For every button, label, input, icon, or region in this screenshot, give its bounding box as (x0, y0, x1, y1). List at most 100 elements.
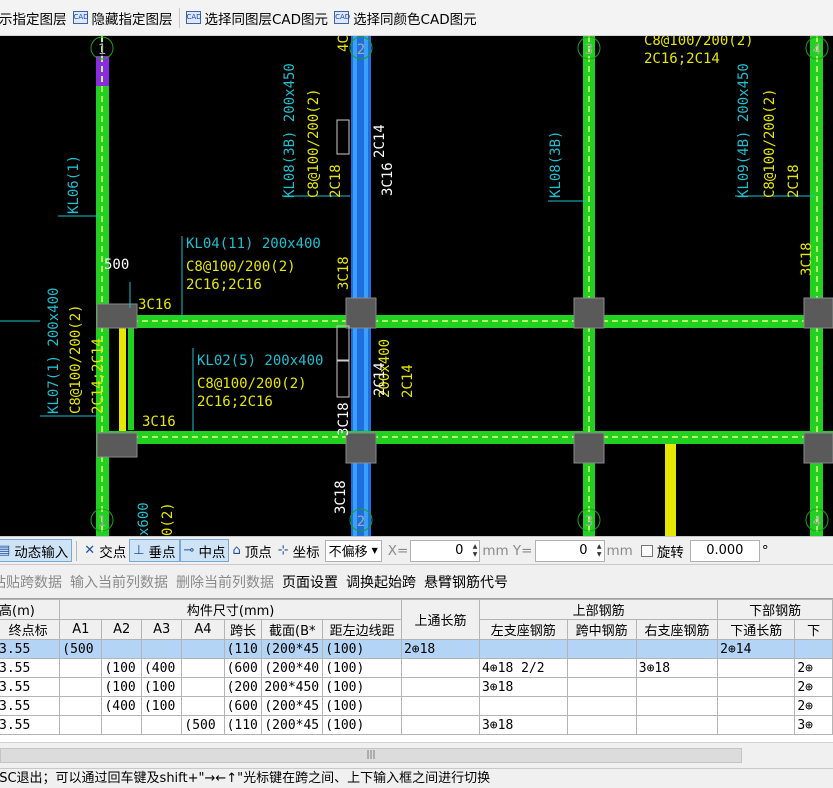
cell[interactable] (140, 715, 183, 735)
cell[interactable]: 2⊕ (794, 658, 833, 678)
table-row[interactable]: 3.55 (100 (400 (600 (200*40 (100) 4⊕18 2/2… (0, 658, 833, 678)
cell[interactable]: (100) (322, 677, 402, 697)
column-b1[interactable] (96, 432, 138, 458)
cell[interactable]: (100 (101, 677, 142, 697)
cell[interactable]: (200 (223, 677, 263, 697)
cell[interactable] (566, 715, 637, 735)
beam-green-short[interactable] (128, 320, 134, 430)
cell[interactable]: (100 (140, 677, 183, 697)
snap-coordinate-toggle[interactable]: ⊹ 坐标 (275, 539, 323, 562)
cell[interactable]: (110 (223, 715, 263, 735)
cell[interactable] (181, 677, 225, 697)
cell[interactable]: 2⊕ (794, 696, 833, 716)
cell[interactable] (59, 696, 103, 716)
grid-horizontal-scrollbar[interactable]: ||| (0, 742, 833, 768)
table-row[interactable]: 3.55 (100 (100 (200 200*450 (100) 3⊕18 2⊕ (0, 677, 833, 697)
cell[interactable]: 200*450 (261, 677, 324, 697)
cell[interactable] (59, 677, 103, 697)
cell[interactable]: (200*45 (261, 696, 324, 716)
cell[interactable]: 3.55 (0, 658, 61, 678)
column-a3[interactable] (573, 297, 605, 329)
swap-start-span-menu[interactable]: 调换起始跨 (346, 572, 416, 592)
cell[interactable]: (500 (181, 715, 225, 735)
cell[interactable] (566, 658, 637, 678)
rotate-checkbox[interactable] (640, 544, 653, 557)
snap-vertex-toggle[interactable]: ⌂ 顶点 (229, 539, 274, 562)
cell[interactable]: (100) (322, 639, 402, 659)
cell[interactable]: (400 (140, 658, 183, 678)
cell[interactable] (478, 696, 568, 716)
cell[interactable]: 2⊕18 (400, 639, 480, 659)
cell[interactable]: 3⊕18 (635, 658, 719, 678)
x-coordinate-input[interactable]: 0 (410, 539, 481, 562)
cell[interactable]: (600 (223, 696, 263, 716)
table-row[interactable]: 3.55 (500 (110 (200*45 (100) 2⊕18 2⊕14 (0, 639, 833, 659)
cell[interactable]: (110 (223, 639, 263, 659)
column-b4[interactable] (803, 432, 833, 464)
cell[interactable]: (200*40 (261, 658, 324, 678)
cell[interactable]: 3.55 (0, 639, 61, 659)
cell[interactable] (635, 677, 719, 697)
cell[interactable]: 3⊕ (794, 715, 833, 735)
snap-midpoint-toggle[interactable]: ⊸ 中点 (179, 539, 230, 562)
cell[interactable] (181, 658, 225, 678)
snap-intersection-toggle[interactable]: ✕ 交点 (81, 539, 129, 562)
cell[interactable]: (100) (322, 658, 402, 678)
cell[interactable] (59, 658, 103, 678)
cell[interactable]: (500 (59, 639, 103, 659)
cell[interactable] (566, 677, 637, 697)
cell[interactable] (140, 639, 183, 659)
cell[interactable] (794, 639, 833, 659)
dynamic-input-toggle[interactable]: ▤ 动态输入 (0, 539, 73, 562)
cell[interactable]: 3.55 (0, 715, 61, 735)
cell[interactable] (566, 639, 637, 659)
cell[interactable] (635, 696, 719, 716)
cell[interactable]: (100) (322, 715, 402, 735)
cell[interactable] (181, 696, 225, 716)
cell[interactable]: (200*45 (261, 715, 324, 735)
table-row[interactable]: 3.55 (500 (110 (200*45 (100) 3⊕18 3⊕ (0, 715, 833, 735)
hide-layer-button[interactable]: CAD 隐藏指定图层 (70, 6, 176, 30)
cell[interactable]: (200*45 (261, 639, 324, 659)
cell[interactable]: (600 (223, 658, 263, 678)
beam-yellow-left[interactable] (119, 316, 126, 440)
cell[interactable]: 3⊕18 (478, 677, 568, 697)
cell[interactable]: (100) (322, 696, 402, 716)
paste-span-data-menu[interactable]: 粘贴跨数据 (0, 572, 62, 592)
cell[interactable] (478, 639, 568, 659)
cell[interactable] (566, 696, 637, 716)
cell[interactable] (101, 715, 142, 735)
scrollbar-thumb[interactable]: ||| (0, 748, 742, 763)
cell[interactable] (400, 696, 480, 716)
cell[interactable] (400, 677, 480, 697)
page-setup-menu[interactable]: 页面设置 (282, 572, 338, 592)
column-b2[interactable] (345, 432, 377, 464)
cell[interactable] (635, 639, 719, 659)
show-layer-button[interactable]: 示指定图层 (0, 6, 70, 30)
input-column-data-menu[interactable]: 输入当前列数据 (70, 572, 168, 592)
cell[interactable]: 3⊕18 (478, 715, 568, 735)
cell[interactable] (635, 715, 719, 735)
cell[interactable] (400, 658, 480, 678)
select-same-color-button[interactable]: CAD 选择同颜色CAD图元 (331, 6, 480, 30)
cell[interactable] (181, 639, 225, 659)
cell[interactable] (717, 677, 796, 697)
offset-mode-select[interactable]: 不偏移 ▼ (324, 539, 382, 562)
cell[interactable]: (100 (101, 658, 142, 678)
column-a1[interactable] (96, 303, 138, 329)
cell[interactable]: (100 (140, 696, 183, 716)
cell[interactable]: 2⊕14 (717, 639, 796, 659)
cell[interactable]: 3.55 (0, 696, 61, 716)
cell[interactable]: 2⊕ (794, 677, 833, 697)
beam-yellow-bottom[interactable] (665, 444, 676, 536)
rotate-angle-input[interactable]: 0.000 (689, 539, 760, 562)
column-a2[interactable] (345, 297, 377, 329)
snap-perpendicular-toggle[interactable]: ⊥ 垂点 (129, 539, 180, 562)
cad-drawing-canvas[interactable]: 1 2 3 4 1 2 3 4 KL06(1) KL08(3B) 200x450… (0, 36, 833, 536)
cell[interactable] (717, 715, 796, 735)
cell[interactable]: 4⊕18 2/2 (478, 658, 568, 678)
span-data-grid[interactable]: 高(m) 构件尺寸(mm) 上通长筋 上部钢筋 下部钢筋 终点标 A1 A2 A… (0, 598, 833, 742)
cantilever-rebar-code-menu[interactable]: 悬臂钢筋代号 (424, 572, 508, 592)
cell[interactable] (59, 715, 103, 735)
cell[interactable] (400, 715, 480, 735)
